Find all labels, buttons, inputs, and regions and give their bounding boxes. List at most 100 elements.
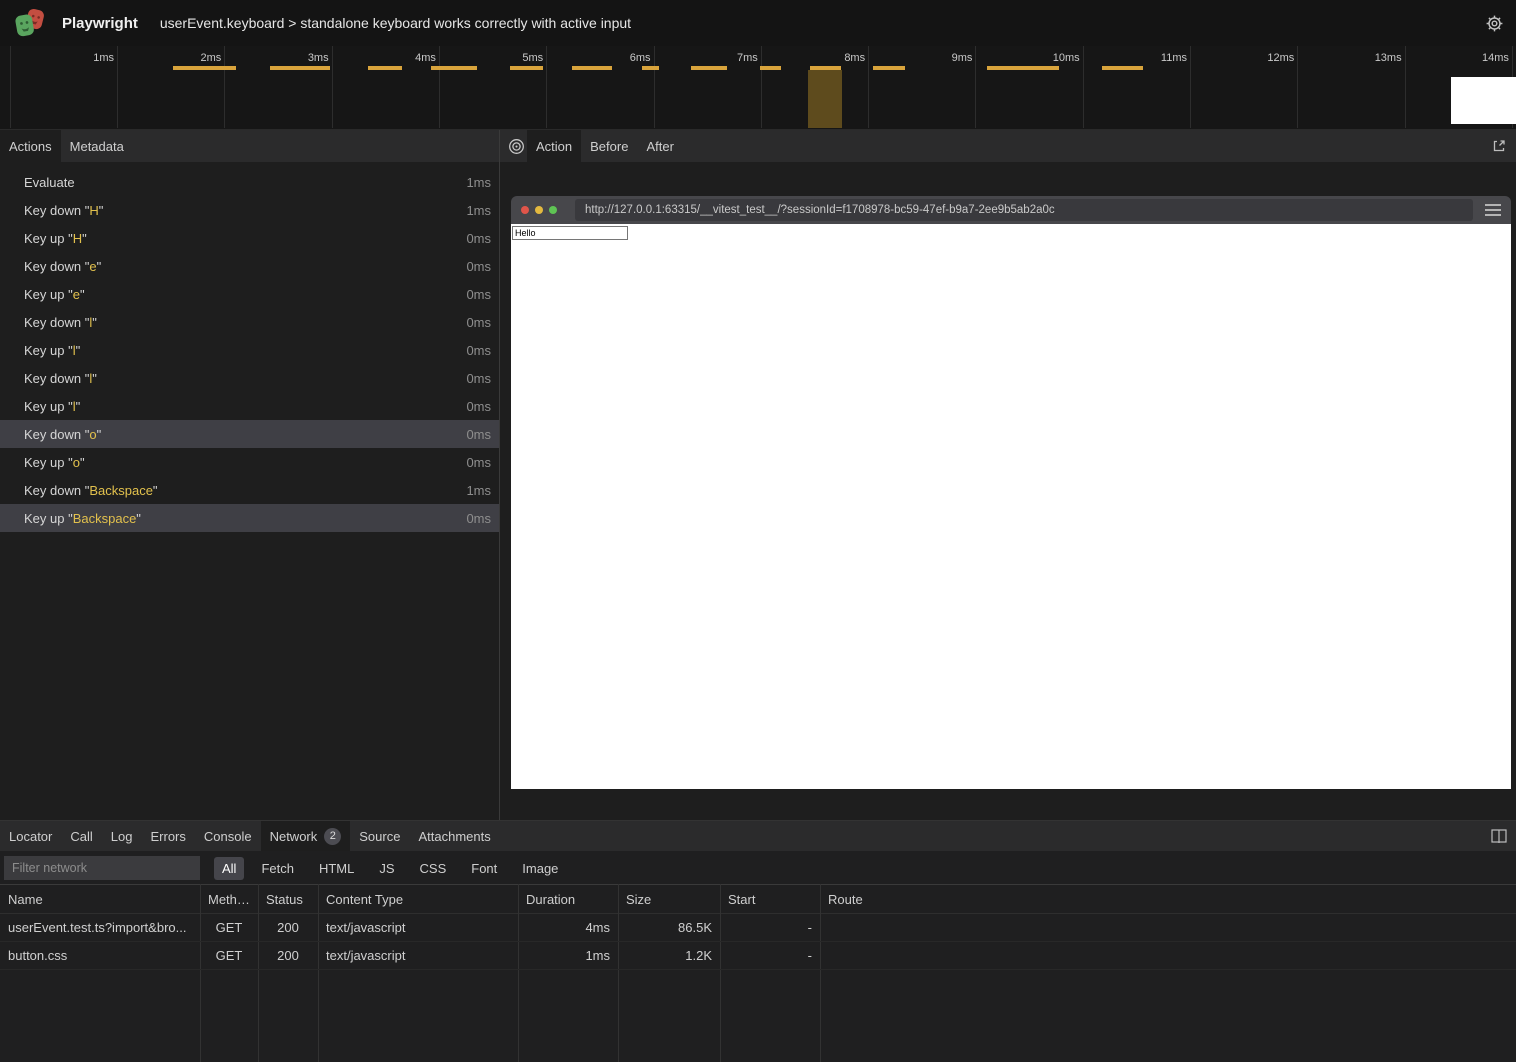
- page-snapshot: [511, 224, 1511, 789]
- tab-call[interactable]: Call: [61, 821, 101, 851]
- action-duration: 0ms: [466, 231, 491, 246]
- open-external-icon: [1491, 138, 1507, 154]
- action-label: Key down ": [24, 315, 89, 330]
- cell-status: 200: [258, 948, 318, 963]
- timeline-selected-band: [808, 70, 842, 128]
- action-row[interactable]: Key up "H"0ms: [0, 224, 499, 252]
- tab-log[interactable]: Log: [102, 821, 142, 851]
- column-header-status: Status: [258, 892, 318, 907]
- filter-network-input[interactable]: [4, 856, 200, 880]
- layout-toggle-button[interactable]: [1491, 821, 1507, 851]
- action-label-quote: ": [97, 427, 102, 442]
- cell-start: -: [720, 948, 820, 963]
- network-table: NameMethodStatusContent TypeDurationSize…: [0, 884, 1516, 1062]
- action-label-quote: ": [92, 315, 97, 330]
- action-label-quote: ": [80, 455, 85, 470]
- chip-image[interactable]: Image: [514, 857, 566, 880]
- timeline-tick-label: 6ms: [593, 52, 651, 64]
- cell-duration: 4ms: [518, 920, 618, 935]
- action-row[interactable]: Key down "e"0ms: [0, 252, 499, 280]
- timeline-gridline: [1190, 46, 1191, 128]
- action-row[interactable]: Key up "l"0ms: [0, 392, 499, 420]
- action-label-quote: ": [76, 399, 81, 414]
- chip-js[interactable]: JS: [371, 857, 402, 880]
- timeline-tick-label: 13ms: [1344, 52, 1402, 64]
- action-label-quote: ": [136, 511, 141, 526]
- tab-before[interactable]: Before: [581, 130, 637, 162]
- tab-source[interactable]: Source: [350, 821, 409, 851]
- table-header-row: NameMethodStatusContent TypeDurationSize…: [0, 884, 1516, 914]
- action-row[interactable]: Evaluate1ms: [0, 168, 499, 196]
- open-snapshot-button[interactable]: [1491, 130, 1507, 162]
- timeline-gridline: [868, 46, 869, 128]
- page-text-input[interactable]: [512, 226, 628, 240]
- action-duration: 0ms: [466, 343, 491, 358]
- browser-chrome: http://127.0.0.1:63315/__vitest_test__/?…: [511, 196, 1511, 224]
- cell-method: GET: [200, 948, 258, 963]
- action-row[interactable]: Key down "Backspace"1ms: [0, 476, 499, 504]
- action-row[interactable]: Key up "o"0ms: [0, 448, 499, 476]
- tab-label: Errors: [150, 829, 185, 844]
- table-row[interactable]: userEvent.test.ts?import&bro...GET200tex…: [0, 914, 1516, 942]
- action-row[interactable]: Key down "H"1ms: [0, 196, 499, 224]
- cell-method: GET: [200, 920, 258, 935]
- tab-action[interactable]: Action: [527, 130, 581, 162]
- tab-metadata[interactable]: Metadata: [61, 130, 133, 162]
- action-label: Key up ": [24, 287, 73, 302]
- resource-type-filters: All Fetch HTML JS CSS Font Image: [214, 857, 566, 880]
- tab-label: Metadata: [70, 139, 124, 154]
- chip-fetch[interactable]: Fetch: [253, 857, 302, 880]
- action-row[interactable]: Key down "o"0ms: [0, 420, 499, 448]
- network-count-badge: 2: [324, 828, 341, 845]
- cell-name: userEvent.test.ts?import&bro...: [0, 920, 200, 935]
- column-separator: [200, 884, 201, 1062]
- column-separator: [720, 884, 721, 1062]
- tab-label: Console: [204, 829, 252, 844]
- action-label: Key down ": [24, 259, 89, 274]
- timeline-tick-label: 5ms: [485, 52, 543, 64]
- chip-font[interactable]: Font: [463, 857, 505, 880]
- tab-console[interactable]: Console: [195, 821, 261, 851]
- tab-actions[interactable]: Actions: [0, 130, 61, 162]
- chip-css[interactable]: CSS: [412, 857, 455, 880]
- network-filter-row: All Fetch HTML JS CSS Font Image: [0, 852, 1516, 884]
- chip-html[interactable]: HTML: [311, 857, 362, 880]
- timeline-gridline: [332, 46, 333, 128]
- tab-label: Log: [111, 829, 133, 844]
- action-label: Key down ": [24, 203, 89, 218]
- tab-after[interactable]: After: [637, 130, 682, 162]
- column-header-route: Route: [820, 892, 1516, 907]
- tab-errors[interactable]: Errors: [141, 821, 194, 851]
- tab-locator[interactable]: Locator: [0, 821, 61, 851]
- timeline-tick-label: 2ms: [163, 52, 221, 64]
- action-row[interactable]: Key up "l"0ms: [0, 336, 499, 364]
- timeline-film-thumbnail[interactable]: [1451, 77, 1516, 124]
- columns-icon: [1491, 829, 1507, 843]
- timeline-gridline: [546, 46, 547, 128]
- table-row[interactable]: button.cssGET200text/javascript1ms1.2K-: [0, 942, 1516, 970]
- action-row[interactable]: Key up "e"0ms: [0, 280, 499, 308]
- tab-label: Attachments: [418, 829, 490, 844]
- action-label: Key down ": [24, 427, 89, 442]
- action-row[interactable]: Key down "l"0ms: [0, 364, 499, 392]
- action-row[interactable]: Key down "l"0ms: [0, 308, 499, 336]
- snapshot-panel: ActionBeforeAfter: [500, 130, 1516, 820]
- column-header-start: Start: [720, 892, 820, 907]
- timeline-action-bar: [642, 66, 659, 70]
- column-header-content-type: Content Type: [318, 892, 518, 907]
- timeline[interactable]: 1ms2ms3ms4ms5ms6ms7ms8ms9ms10ms11ms12ms1…: [0, 46, 1516, 130]
- column-separator: [618, 884, 619, 1062]
- chip-all[interactable]: All: [214, 857, 244, 880]
- action-duration: 0ms: [466, 259, 491, 274]
- tab-attachments[interactable]: Attachments: [409, 821, 499, 851]
- tab-network[interactable]: Network2: [261, 821, 351, 851]
- action-key: Backspace: [73, 511, 137, 526]
- action-label-quote: ": [97, 259, 102, 274]
- target-icon: [508, 138, 525, 155]
- cell-name: button.css: [0, 948, 200, 963]
- pick-locator-button[interactable]: [508, 130, 525, 162]
- action-label: Key up ": [24, 511, 73, 526]
- action-row[interactable]: Key up "Backspace"0ms: [0, 504, 499, 532]
- settings-button[interactable]: [1485, 14, 1504, 33]
- column-separator: [258, 884, 259, 1062]
